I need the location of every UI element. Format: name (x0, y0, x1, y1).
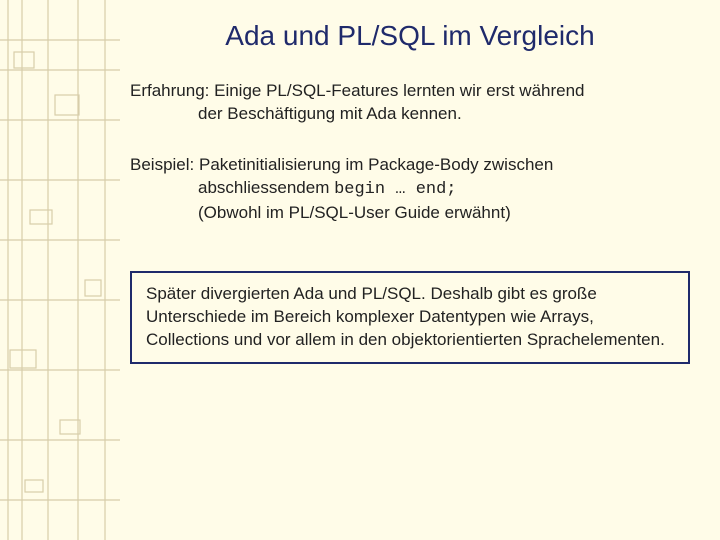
para2-line3: (Obwohl im PL/SQL-User Guide erwähnt) (150, 202, 690, 225)
code-begin-end: begin … end; (334, 180, 456, 199)
highlight-box: Später divergierten Ada und PL/SQL. Desh… (130, 271, 690, 364)
paragraph-example: Beispiel: Paketinitialisierung im Packag… (130, 154, 690, 225)
paragraph-experience: Erfahrung: Einige PL/SQL-Features lernte… (130, 80, 690, 126)
para1-lead: Erfahrung: Einige PL/SQL-Features lernte… (130, 81, 585, 100)
background-decoration (0, 0, 120, 540)
slide-title: Ada und PL/SQL im Vergleich (130, 20, 690, 52)
para2-lead: Beispiel: Paketinitialisierung im Packag… (130, 155, 553, 174)
para2-cont1a: abschliessendem (198, 178, 334, 197)
slide-content: Ada und PL/SQL im Vergleich Erfahrung: E… (130, 20, 690, 520)
box-text: Später divergierten Ada und PL/SQL. Desh… (146, 284, 665, 349)
para1-cont: der Beschäftigung mit Ada kennen. (150, 103, 690, 126)
para2-line2: abschliessendem begin … end; (150, 177, 690, 202)
